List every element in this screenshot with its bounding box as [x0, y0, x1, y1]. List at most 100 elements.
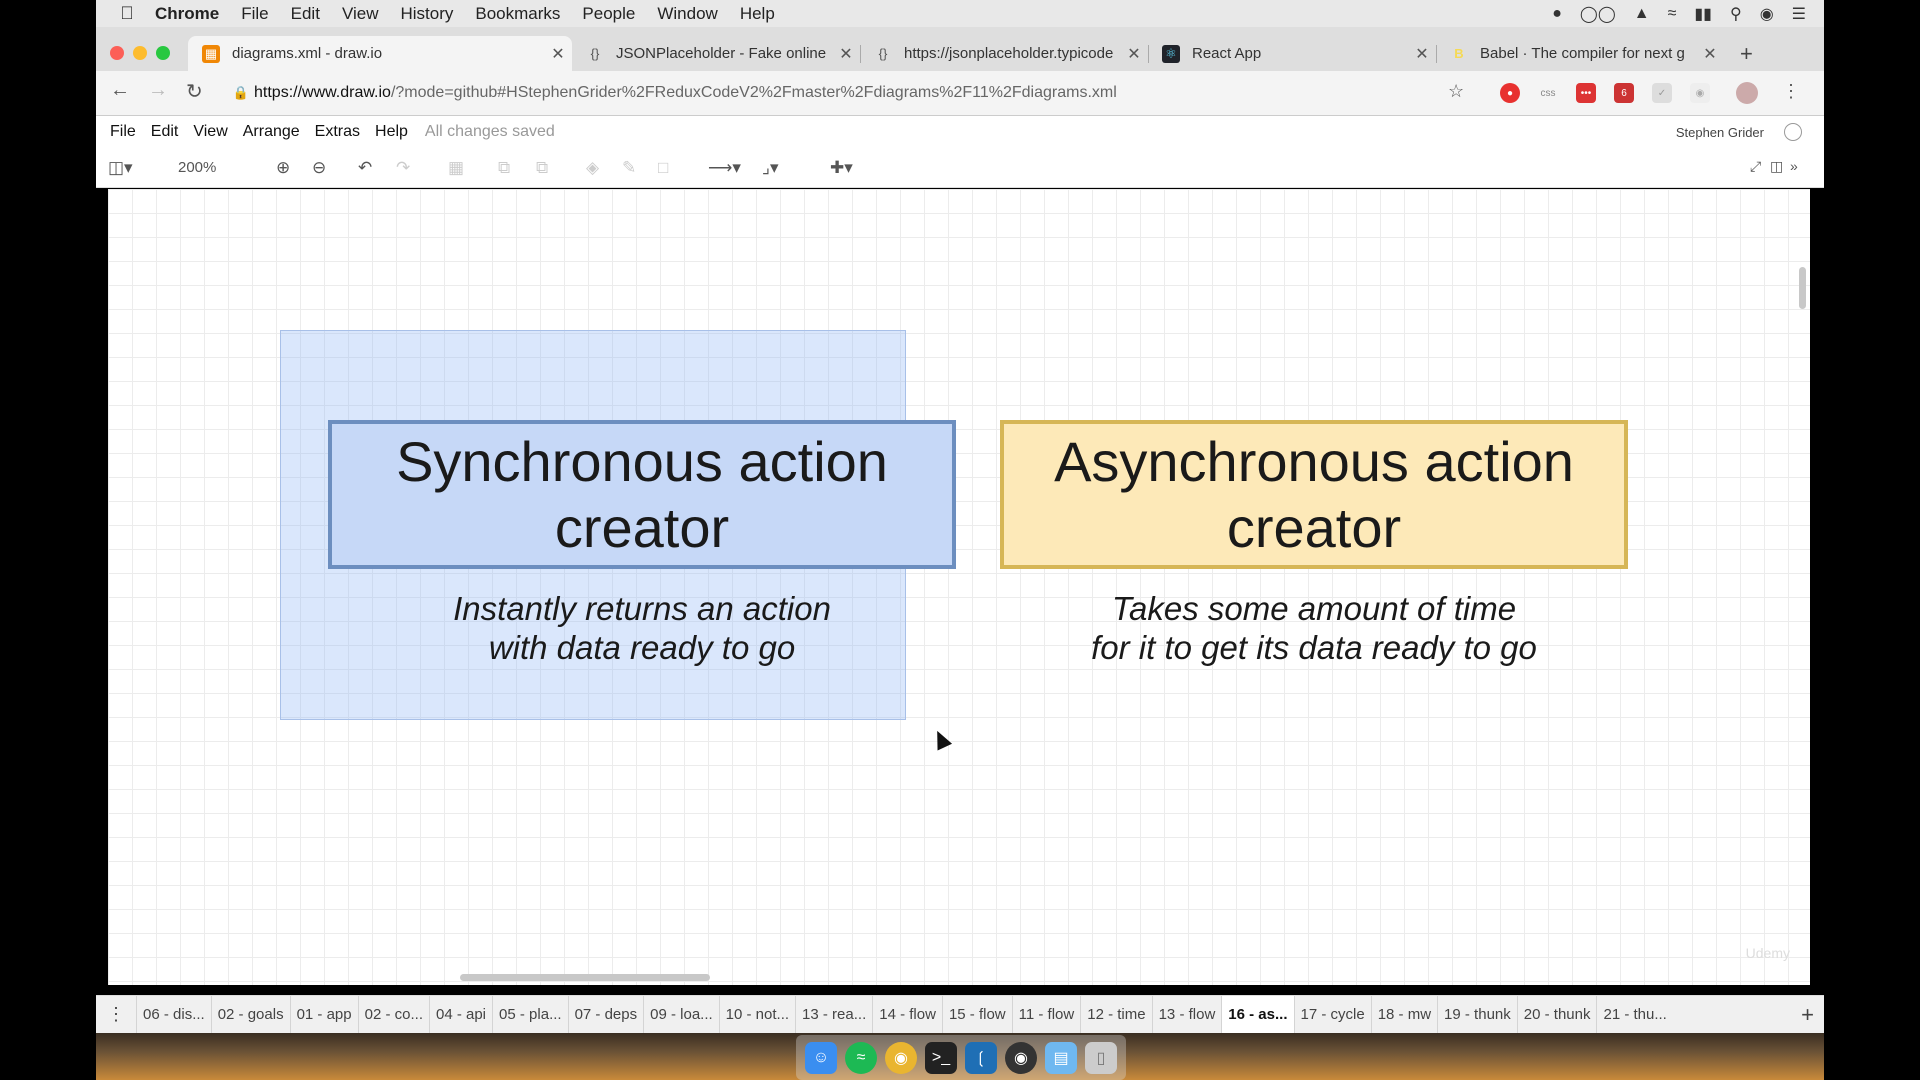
- shadow-icon[interactable]: □: [658, 158, 668, 178]
- docker-icon[interactable]: ▲: [1634, 5, 1650, 23]
- menu-bookmarks[interactable]: Bookmarks: [475, 4, 560, 24]
- async-caption[interactable]: Takes some amount of time for it to get …: [1000, 589, 1628, 667]
- page-tab[interactable]: 14 - flow: [872, 995, 942, 1034]
- trash-icon[interactable]: ▯: [1085, 1041, 1117, 1074]
- tab-jsonplaceholder-url[interactable]: {} https://jsonplaceholder.typicode ✕: [860, 36, 1148, 71]
- page-tab[interactable]: 13 - flow: [1151, 995, 1222, 1034]
- drawio-menu-edit[interactable]: Edit: [151, 123, 179, 141]
- waypoints-icon[interactable]: ⌟▾: [762, 158, 779, 178]
- vscode-icon[interactable]: ❲: [965, 1041, 997, 1074]
- redo-icon[interactable]: ↷: [396, 158, 410, 178]
- page-tab[interactable]: 05 - pla...: [492, 995, 568, 1034]
- creative-cloud-icon[interactable]: ●: [1552, 5, 1562, 23]
- apple-icon[interactable]: : [110, 3, 144, 24]
- new-tab-button[interactable]: +: [1740, 41, 1753, 67]
- page-tab[interactable]: 09 - loa...: [643, 995, 719, 1034]
- menu-app-name[interactable]: Chrome: [155, 4, 219, 24]
- horizontal-scrollbar[interactable]: [460, 974, 710, 981]
- collapse-toolbar-icon[interactable]: »: [1790, 158, 1798, 174]
- menu-people[interactable]: People: [582, 4, 635, 24]
- page-tab[interactable]: 02 - co...: [357, 995, 429, 1034]
- chrome-menu-icon[interactable]: ⋮: [1782, 81, 1800, 102]
- tab-babel[interactable]: B Babel · The compiler for next g ✕: [1436, 36, 1724, 71]
- diagram-canvas[interactable]: Synchronous action creator Instantly ret…: [108, 189, 1810, 985]
- to-back-icon[interactable]: ⧉: [536, 158, 548, 178]
- page-tab[interactable]: 07 - deps: [567, 995, 644, 1034]
- undo-icon[interactable]: ↶: [358, 158, 372, 178]
- drawio-menu-help[interactable]: Help: [375, 123, 408, 141]
- page-tab[interactable]: 21 - thu...: [1596, 995, 1672, 1034]
- chrome-icon[interactable]: ◉: [885, 1041, 917, 1074]
- connection-style-icon[interactable]: ⟶▾: [708, 158, 741, 178]
- siri-icon[interactable]: ◉: [1760, 4, 1774, 24]
- finder-icon[interactable]: ☺: [805, 1041, 837, 1074]
- zoom-in-icon[interactable]: ⊕: [276, 158, 290, 178]
- close-tab-icon[interactable]: ✕: [544, 44, 572, 64]
- page-tab[interactable]: 04 - api: [428, 995, 492, 1034]
- extension-gray-icon[interactable]: ✓: [1652, 83, 1672, 103]
- back-arrow-icon[interactable]: ←: [110, 79, 130, 102]
- page-tab[interactable]: 02 - goals: [210, 995, 290, 1034]
- line-color-icon[interactable]: ✎: [622, 158, 636, 178]
- notification-center-icon[interactable]: ☰: [1792, 4, 1806, 24]
- extension-gray-icon-2[interactable]: ◉: [1690, 83, 1710, 103]
- close-tab-icon[interactable]: ✕: [1696, 44, 1724, 64]
- format-panel-icon[interactable]: ◫▾: [108, 158, 133, 178]
- insert-plus-icon[interactable]: ✚▾: [830, 158, 853, 178]
- battery-icon[interactable]: ▮▮: [1694, 4, 1712, 24]
- drawio-menu-extras[interactable]: Extras: [315, 123, 360, 141]
- ublock-icon[interactable]: ●: [1500, 83, 1520, 103]
- fullscreen-icon[interactable]: ⤢: [1750, 158, 1761, 175]
- menu-help[interactable]: Help: [740, 4, 775, 24]
- sync-caption[interactable]: Instantly returns an action with data re…: [328, 589, 956, 667]
- sync-action-creator-box[interactable]: Synchronous action creator: [328, 420, 956, 569]
- page-tab-active[interactable]: 16 - as...: [1221, 995, 1294, 1034]
- drawio-menu-view[interactable]: View: [193, 123, 227, 141]
- tab-react-app[interactable]: ⚛ React App ✕: [1148, 36, 1436, 71]
- zoom-level-dropdown[interactable]: 200%: [178, 159, 216, 176]
- maximize-window-button[interactable]: [156, 46, 170, 60]
- close-window-button[interactable]: [110, 46, 124, 60]
- tab-jsonplaceholder[interactable]: {} JSONPlaceholder - Fake online ✕: [572, 36, 860, 71]
- wifi-icon[interactable]: ≈: [1668, 5, 1677, 23]
- menu-view[interactable]: View: [342, 4, 379, 24]
- reload-icon[interactable]: ↻: [186, 79, 203, 104]
- spotify-icon[interactable]: ≈: [845, 1041, 877, 1074]
- terminal-icon[interactable]: >_: [925, 1041, 957, 1074]
- close-tab-icon[interactable]: ✕: [1120, 44, 1148, 64]
- spotlight-search-icon[interactable]: ⚲: [1730, 4, 1742, 24]
- bookmark-star-icon[interactable]: ☆: [1448, 81, 1464, 102]
- obs-icon[interactable]: ◉: [1005, 1041, 1037, 1074]
- menu-edit[interactable]: Edit: [291, 4, 320, 24]
- to-front-icon[interactable]: ⧉: [498, 158, 510, 178]
- menu-window[interactable]: Window: [657, 4, 717, 24]
- page-tab[interactable]: 06 - dis...: [136, 995, 211, 1034]
- vertical-scrollbar[interactable]: [1799, 267, 1806, 309]
- minimize-window-button[interactable]: [133, 46, 147, 60]
- zoom-out-icon[interactable]: ⊖: [312, 158, 326, 178]
- lastpass-icon[interactable]: •••: [1576, 83, 1596, 103]
- css-extension-icon[interactable]: css: [1538, 83, 1558, 103]
- page-tab[interactable]: 11 - flow: [1011, 995, 1081, 1034]
- forward-arrow-icon[interactable]: →: [148, 79, 168, 102]
- page-tab[interactable]: 15 - flow: [941, 995, 1012, 1034]
- tab-drawio[interactable]: ▦ diagrams.xml - draw.io ✕: [188, 36, 572, 71]
- drawio-menu-arrange[interactable]: Arrange: [243, 123, 300, 141]
- lock-icon[interactable]: 🔒: [228, 85, 254, 101]
- profile-avatar[interactable]: [1736, 82, 1758, 104]
- pages-menu-icon[interactable]: ⋮: [96, 1004, 136, 1025]
- drawio-menu-file[interactable]: File: [110, 123, 136, 141]
- menu-file[interactable]: File: [241, 4, 268, 24]
- page-tab[interactable]: 10 - not...: [718, 995, 795, 1034]
- page-tab[interactable]: 17 - cycle: [1293, 995, 1371, 1034]
- page-tab[interactable]: 18 - mw: [1370, 995, 1437, 1034]
- page-tab[interactable]: 19 - thunk: [1437, 995, 1517, 1034]
- page-tab[interactable]: 20 - thunk: [1516, 995, 1597, 1034]
- page-tab[interactable]: 01 - app: [289, 995, 358, 1034]
- fill-color-icon[interactable]: ◈: [586, 158, 599, 178]
- delete-icon[interactable]: ▦: [448, 158, 464, 178]
- menu-history[interactable]: History: [400, 4, 453, 24]
- language-globe-icon[interactable]: [1784, 123, 1802, 141]
- async-action-creator-box[interactable]: Asynchronous action creator: [1000, 420, 1628, 569]
- user-name[interactable]: Stephen Grider: [1676, 125, 1764, 140]
